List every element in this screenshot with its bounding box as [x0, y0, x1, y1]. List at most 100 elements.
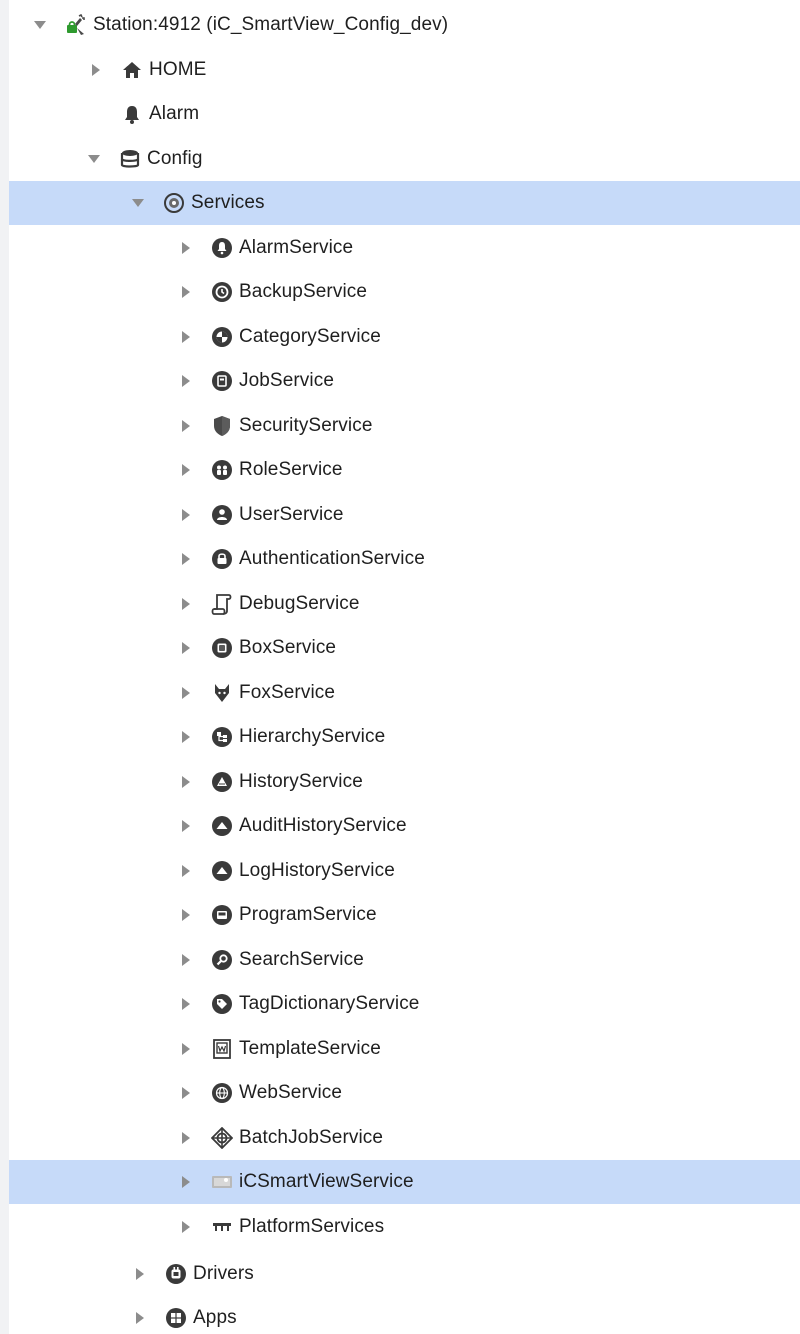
- tree-node-label: Station:4912 (iC_SmartView_Config_dev): [93, 14, 449, 35]
- expand-arrow-icon[interactable]: [179, 686, 193, 700]
- tree-node-services[interactable]: Services: [9, 181, 800, 225]
- tree-node-search-service[interactable]: SearchService: [9, 938, 800, 982]
- role-service-icon: [211, 459, 233, 481]
- expand-arrow-icon[interactable]: [179, 908, 193, 922]
- expand-arrow-icon[interactable]: [179, 508, 193, 522]
- tree-node-alarm-service[interactable]: AlarmService: [9, 226, 800, 270]
- expand-arrow-icon[interactable]: [179, 819, 193, 833]
- expand-arrow-icon[interactable]: [179, 241, 193, 255]
- tree-node-label: AlarmService: [239, 237, 354, 258]
- expand-arrow-icon[interactable]: [179, 730, 193, 744]
- expand-arrow-icon[interactable]: [179, 1220, 193, 1234]
- tree-node-drivers[interactable]: Drivers: [9, 1252, 800, 1296]
- log-history-icon: [211, 860, 233, 882]
- tree-node-fox-service[interactable]: FoxService: [9, 671, 800, 715]
- tree-node-apps[interactable]: Apps: [9, 1296, 800, 1334]
- expand-arrow-icon[interactable]: [179, 1131, 193, 1145]
- tree-node-label: LogHistoryService: [239, 860, 395, 881]
- expand-arrow-icon[interactable]: [179, 997, 193, 1011]
- tree-node-program-service[interactable]: ProgramService: [9, 893, 800, 937]
- tree-node-label: ProgramService: [239, 904, 377, 925]
- tree-node-category-service[interactable]: CategoryService: [9, 315, 800, 359]
- search-icon: [211, 949, 233, 971]
- bell-icon: [121, 103, 143, 125]
- tree-node-log-history-service[interactable]: LogHistoryService: [9, 849, 800, 893]
- tree-node-hierarchy-service[interactable]: HierarchyService: [9, 715, 800, 759]
- tree-node-label: AuditHistoryService: [239, 815, 407, 836]
- tree-node-audit-history-service[interactable]: AuditHistoryService: [9, 804, 800, 848]
- expand-arrow-icon[interactable]: [179, 1175, 193, 1189]
- crosshair-icon: [211, 1127, 233, 1149]
- tree-node-config[interactable]: Config: [9, 137, 800, 181]
- tree-node-alarm[interactable]: Alarm: [9, 92, 800, 136]
- tree-node-debug-service[interactable]: DebugService: [9, 582, 800, 626]
- lock-icon: [211, 548, 233, 570]
- expand-arrow-icon[interactable]: [179, 775, 193, 789]
- collapse-arrow-icon[interactable]: [131, 196, 145, 210]
- tree-node-icsmartview-service[interactable]: iCSmartViewService: [9, 1160, 800, 1204]
- tree-node-tag-dictionary-service[interactable]: TagDictionaryService: [9, 982, 800, 1026]
- tree-node-label: HierarchyService: [239, 726, 386, 747]
- shield-icon: [211, 415, 233, 437]
- tree-node-label: BoxService: [239, 637, 337, 658]
- expand-arrow-icon[interactable]: [179, 641, 193, 655]
- tree-node-label: Alarm: [149, 103, 200, 124]
- tree-node-label: BatchJobService: [239, 1127, 384, 1148]
- expand-arrow-icon[interactable]: [133, 1267, 147, 1281]
- tree-node-label: UserService: [239, 504, 344, 525]
- scroll-icon: [211, 593, 233, 615]
- web-globe-icon: [211, 1082, 233, 1104]
- expand-arrow-icon[interactable]: [179, 463, 193, 477]
- tree-node-platform-services[interactable]: PlatformServices: [9, 1205, 800, 1249]
- platform-icon: [211, 1216, 233, 1238]
- tree-node-job-service[interactable]: JobService: [9, 359, 800, 403]
- tree-node-role-service[interactable]: RoleService: [9, 448, 800, 492]
- expand-arrow-icon[interactable]: [179, 374, 193, 388]
- tree-node-security-service[interactable]: SecurityService: [9, 404, 800, 448]
- station-plug-icon: [65, 14, 87, 36]
- smartview-icon: [211, 1171, 233, 1193]
- tree-node-label: JobService: [239, 370, 334, 391]
- tree-node-history-service[interactable]: HistoryService: [9, 760, 800, 804]
- program-icon: [211, 904, 233, 926]
- expand-arrow-icon[interactable]: [179, 1086, 193, 1100]
- tree-node-box-service[interactable]: BoxService: [9, 626, 800, 670]
- tree-node-label: Drivers: [193, 1263, 254, 1284]
- backup-service-icon: [211, 281, 233, 303]
- template-icon: [211, 1038, 233, 1060]
- database-icon: [119, 148, 141, 170]
- tree-node-label: RoleService: [239, 459, 343, 480]
- collapse-arrow-icon[interactable]: [33, 18, 47, 32]
- tree-node-label: TagDictionaryService: [239, 993, 420, 1014]
- tree-node-label: PlatformServices: [239, 1216, 385, 1237]
- tree-node-web-service[interactable]: WebService: [9, 1071, 800, 1115]
- tree-node-batch-job-service[interactable]: BatchJobService: [9, 1116, 800, 1160]
- user-service-icon: [211, 504, 233, 526]
- expand-arrow-icon[interactable]: [179, 597, 193, 611]
- tree-node-backup-service[interactable]: BackupService: [9, 270, 800, 314]
- tree-node-user-service[interactable]: UserService: [9, 493, 800, 537]
- tree-node-template-service[interactable]: TemplateService: [9, 1027, 800, 1071]
- tree-node-label: CategoryService: [239, 326, 381, 347]
- expand-arrow-icon[interactable]: [179, 864, 193, 878]
- home-icon: [121, 59, 143, 81]
- tree-node-label: Apps: [193, 1307, 237, 1328]
- hierarchy-icon: [211, 726, 233, 748]
- tree-node-home[interactable]: HOME: [9, 48, 800, 92]
- expand-arrow-icon[interactable]: [179, 419, 193, 433]
- expand-arrow-icon[interactable]: [179, 953, 193, 967]
- expand-arrow-icon[interactable]: [179, 285, 193, 299]
- collapse-arrow-icon[interactable]: [87, 152, 101, 166]
- expand-arrow-icon[interactable]: [179, 330, 193, 344]
- tree-node-authentication-service[interactable]: AuthenticationService: [9, 537, 800, 581]
- expand-arrow-icon[interactable]: [89, 63, 103, 77]
- job-service-icon: [211, 370, 233, 392]
- tree-node-station[interactable]: Station:4912 (iC_SmartView_Config_dev): [9, 3, 800, 47]
- expand-arrow-icon[interactable]: [133, 1311, 147, 1325]
- apps-icon: [165, 1307, 187, 1329]
- tree-node-label: FoxService: [239, 682, 336, 703]
- tree-node-label: HOME: [149, 59, 207, 80]
- expand-arrow-icon[interactable]: [179, 1042, 193, 1056]
- expand-arrow-icon[interactable]: [179, 552, 193, 566]
- box-service-icon: [211, 637, 233, 659]
